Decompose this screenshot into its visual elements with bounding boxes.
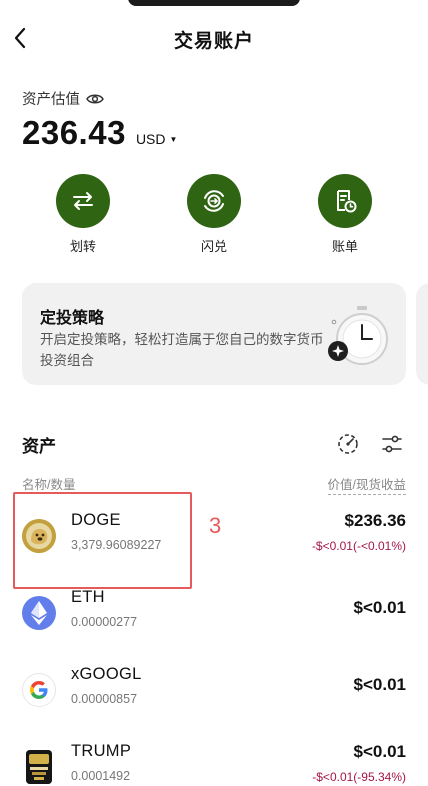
asset-quantity: 0.00000277 bbox=[71, 615, 138, 629]
dca-title: 定投策略 bbox=[40, 310, 105, 327]
asset-row-xgoogl[interactable]: xGOOGL 0.00000857 $<0.01 bbox=[22, 661, 406, 721]
currency-label: USD bbox=[135, 131, 166, 147]
swap-label: 闪兑 bbox=[200, 239, 227, 254]
column-value-pnl[interactable]: 价值/现货收益 bbox=[327, 474, 406, 495]
valuation-label: 资产估值 bbox=[22, 88, 104, 109]
page-title: 交易账户 bbox=[173, 31, 254, 52]
swap-icon bbox=[204, 190, 224, 212]
eye-icon[interactable] bbox=[86, 92, 104, 106]
bill-label: 账单 bbox=[331, 239, 358, 254]
header: 交易账户 bbox=[0, 0, 428, 76]
caret-down-icon: ▼ bbox=[169, 134, 178, 144]
asset-symbol: TRUMP bbox=[71, 742, 132, 760]
action-bar: 划转 闪兑 账单 bbox=[0, 174, 428, 254]
asset-row-trump[interactable]: TRUMP 0.0001492 $<0.01 -$<0.01(-95.34%) bbox=[22, 738, 406, 786]
pie-chart-icon[interactable] bbox=[334, 430, 362, 458]
doge-icon bbox=[22, 519, 56, 553]
bill-button[interactable]: 账单 bbox=[305, 174, 385, 255]
asset-value: $<0.01 bbox=[353, 598, 406, 617]
assets-title: 资产 bbox=[22, 437, 56, 456]
asset-quantity: 0.0001492 bbox=[71, 769, 131, 783]
currency-selector[interactable]: USD ▼ bbox=[136, 131, 177, 147]
asset-quantity: 3,379.96089227 bbox=[71, 538, 162, 552]
stopwatch-icon bbox=[322, 303, 392, 373]
dca-description: 开启定投策略，轻松打造属于您自己的数字货币投资组合 bbox=[40, 332, 324, 368]
asset-row-eth[interactable]: ETH 0.00000277 $<0.01 bbox=[22, 584, 406, 644]
trump-icon bbox=[26, 750, 52, 784]
asset-value: $<0.01 bbox=[353, 742, 406, 761]
balance-amount: 236.43 bbox=[22, 114, 126, 151]
asset-symbol: DOGE bbox=[71, 511, 121, 529]
swap-button[interactable]: 闪兑 bbox=[174, 174, 254, 255]
dca-strategy-card[interactable]: 定投策略 开启定投策略，轻松打造属于您自己的数字货币投资组合 bbox=[22, 283, 406, 385]
asset-quantity: 0.00000857 bbox=[71, 692, 138, 706]
asset-column-headers: 名称/数量 价值/现货收益 bbox=[22, 474, 406, 495]
balance-row: 236.43 USD ▼ bbox=[22, 114, 177, 152]
transfer-circle bbox=[56, 174, 110, 228]
column-name-qty: 名称/数量 bbox=[22, 478, 76, 492]
transfer-arrows-icon bbox=[73, 192, 93, 210]
assets-header: 资产 bbox=[22, 430, 406, 458]
asset-pnl: -$<0.01(-<0.01%) bbox=[311, 539, 406, 553]
google-icon bbox=[22, 673, 56, 707]
asset-symbol: xGOOGL bbox=[71, 665, 142, 683]
filter-sliders-icon[interactable] bbox=[378, 430, 406, 458]
valuation-label-text: 资产估值 bbox=[22, 92, 80, 108]
next-card-peek[interactable] bbox=[416, 283, 428, 385]
asset-pnl: -$<0.01(-95.34%) bbox=[312, 770, 406, 784]
eth-icon bbox=[22, 596, 56, 630]
bill-clock-icon bbox=[337, 190, 357, 213]
asset-value: $<0.01 bbox=[353, 675, 406, 694]
transfer-label: 划转 bbox=[69, 239, 96, 254]
transfer-button[interactable]: 划转 bbox=[43, 174, 123, 255]
annotation-number: 3 bbox=[209, 513, 222, 538]
asset-value: $236.36 bbox=[344, 511, 406, 530]
bill-circle bbox=[318, 174, 372, 228]
asset-symbol: ETH bbox=[71, 588, 105, 606]
swap-circle bbox=[187, 174, 241, 228]
